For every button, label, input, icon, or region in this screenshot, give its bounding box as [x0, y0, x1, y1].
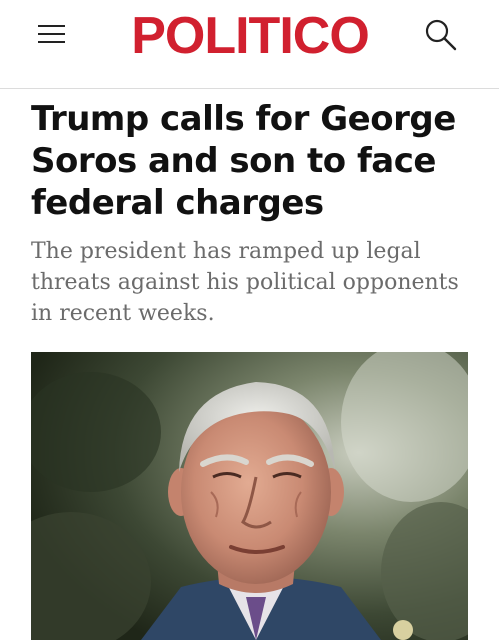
hero-image[interactable]	[31, 352, 468, 640]
search-icon[interactable]	[424, 18, 458, 52]
politico-logo[interactable]: POLITICO	[110, 6, 390, 66]
site-header: POLITICO	[0, 0, 499, 89]
article-dek: The president has ramped up legal threat…	[31, 239, 459, 326]
article-headline: Trump calls for George Soros and son to …	[31, 99, 456, 223]
hamburger-menu-icon[interactable]	[38, 23, 65, 45]
